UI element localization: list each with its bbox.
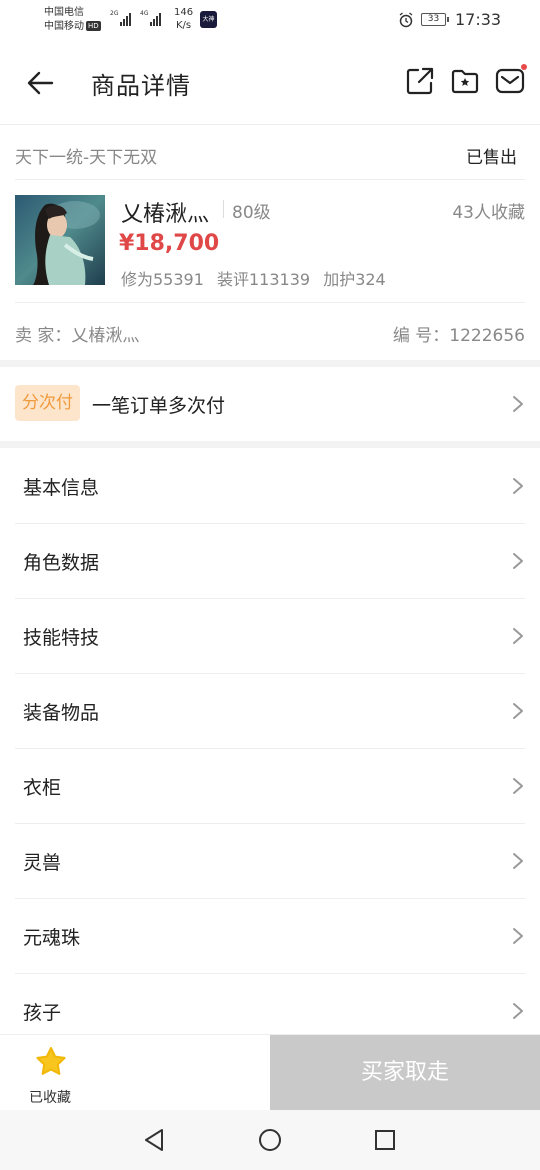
carrier-1: 中国电信 <box>44 7 84 18</box>
favorite-count: 43人收藏 <box>452 203 525 223</box>
chevron-right-icon <box>513 396 523 412</box>
menu-item-label: 元魂珠 <box>23 927 81 949</box>
installment-badge: 分次付 <box>15 385 80 421</box>
menu-item-soul-orb[interactable]: 元魂珠 <box>0 899 540 974</box>
carrier-2: 中国移动 <box>44 21 84 32</box>
stat-protection: 加护324 <box>323 270 386 289</box>
server-row: 天下一统-天下无双 已售出 <box>15 125 525 180</box>
favorite-folder-icon[interactable] <box>450 66 480 96</box>
notification-dot <box>521 64 527 70</box>
signal-icon: 2G <box>110 10 132 26</box>
page-title: 商品详情 <box>91 72 191 100</box>
menu-item-wardrobe[interactable]: 衣柜 <box>0 749 540 824</box>
message-icon[interactable] <box>495 66 525 96</box>
chevron-right-icon <box>513 478 523 494</box>
hd-badge: HD <box>86 21 101 31</box>
menu-item-label: 灵兽 <box>23 852 62 874</box>
chevron-right-icon <box>513 628 523 644</box>
installment-text: 一笔订单多次付 <box>92 395 226 417</box>
item-number: 编 号：1222656 <box>392 326 525 346</box>
character-thumbnail[interactable] <box>15 195 105 285</box>
signal-tag-1: 2G <box>110 10 119 17</box>
collect-button[interactable]: 已收藏 <box>0 1035 270 1111</box>
menu-item-label: 技能特技 <box>23 627 100 649</box>
section-divider <box>0 360 540 367</box>
network-speed: 146 K/s <box>174 6 193 32</box>
system-nav-bar <box>0 1110 540 1170</box>
status-bar: 中国电信 中国移动 HD 2G 4G 146 K/s 大神 33 17:33 <box>0 0 540 40</box>
server-name: 天下一统-天下无双 <box>15 148 158 168</box>
chevron-right-icon <box>513 553 523 569</box>
menu-item-label: 基本信息 <box>23 477 100 499</box>
character-name: 乂椿湫灬 <box>121 202 210 227</box>
stat-equipment-score: 装评113139 <box>217 270 311 289</box>
collect-label: 已收藏 <box>29 1090 71 1106</box>
carrier-info: 中国电信 中国移动 HD <box>44 6 101 34</box>
signal-icon: 4G <box>140 10 162 26</box>
menu-item-label: 装备物品 <box>23 702 100 724</box>
character-level: 80级 <box>232 203 271 223</box>
chevron-right-icon <box>513 778 523 794</box>
nav-recent-apps-icon[interactable] <box>371 1126 399 1154</box>
buy-button[interactable]: 买家取走 <box>270 1035 540 1111</box>
chevron-right-icon <box>513 703 523 719</box>
share-icon[interactable] <box>405 66 435 96</box>
section-divider <box>0 441 540 448</box>
alarm-icon <box>399 12 413 28</box>
divider <box>223 200 224 218</box>
chevron-right-icon <box>513 1003 523 1019</box>
menu-item-character-data[interactable]: 角色数据 <box>0 524 540 599</box>
status-badge: 已售出 <box>466 148 517 168</box>
detail-menu-list: 基本信息 角色数据 技能特技 装备物品 衣柜 灵兽 元魂珠 孩子 <box>0 449 540 1049</box>
chevron-right-icon <box>513 928 523 944</box>
star-icon <box>36 1047 66 1075</box>
product-card: 乂椿湫灬 80级 43人收藏 ¥18,700 修为55391 装评113139 … <box>15 180 525 303</box>
clock: 17:33 <box>455 10 502 29</box>
nav-home-icon[interactable] <box>256 1126 284 1154</box>
stat-cultivation: 修为55391 <box>121 270 204 289</box>
battery-icon: 33 <box>421 13 449 26</box>
character-stats: 修为55391 装评113139 加护324 <box>121 266 394 290</box>
installment-row[interactable]: 分次付 一笔订单多次付 <box>0 367 540 441</box>
network-speed-value: 146 <box>174 7 194 18</box>
menu-item-spirit-beast[interactable]: 灵兽 <box>0 824 540 899</box>
page: 中国电信 中国移动 HD 2G 4G 146 K/s 大神 33 17:33 商品… <box>0 0 540 1170</box>
menu-item-basic-info[interactable]: 基本信息 <box>0 449 540 524</box>
menu-item-skills[interactable]: 技能特技 <box>0 599 540 674</box>
app-header: 商品详情 <box>0 40 540 125</box>
signal-tag-2: 4G <box>140 10 149 17</box>
menu-item-equipment[interactable]: 装备物品 <box>0 674 540 749</box>
price: ¥18,700 <box>119 231 220 256</box>
back-arrow-icon[interactable] <box>24 66 58 100</box>
menu-item-label: 衣柜 <box>23 777 62 799</box>
seller-name: 卖 家：乂椿湫灬 <box>15 326 140 346</box>
menu-item-label: 孩子 <box>23 1002 62 1024</box>
bottom-action-bar: 已收藏 买家取走 <box>0 1034 540 1111</box>
nav-back-icon[interactable] <box>140 1126 168 1154</box>
chevron-right-icon <box>513 853 523 869</box>
network-speed-unit: K/s <box>175 20 192 31</box>
menu-item-label: 角色数据 <box>23 552 100 574</box>
app-notification-icon: 大神 <box>200 11 217 28</box>
seller-row: 卖 家：乂椿湫灬 编 号：1222656 <box>15 303 525 360</box>
